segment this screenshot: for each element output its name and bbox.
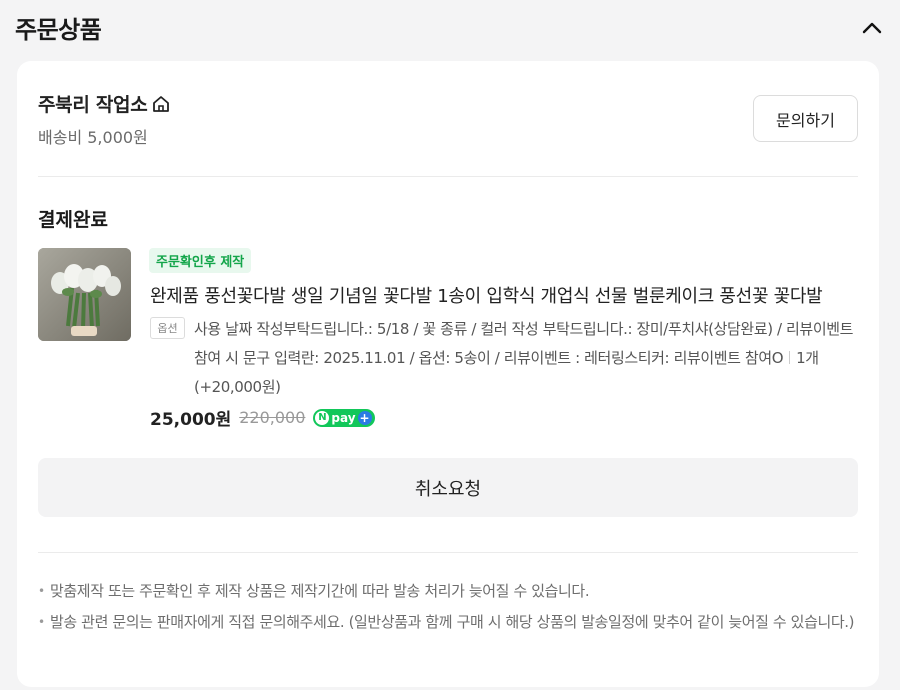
- divider: [38, 176, 858, 177]
- order-card: 주북리 작업소 배송비 5,000원 문의하기 결제완료 주문확인후 제작 완제…: [17, 61, 879, 687]
- chevron-up-icon: [862, 22, 882, 34]
- plus-icon: +: [357, 410, 372, 425]
- option-tag: 옵션: [150, 317, 185, 339]
- order-status: 결제완료: [38, 209, 108, 231]
- option-text: 사용 날짜 작성부탁드립니다.: 5/18 / 꽃 종류 / 컬러 작성 부탁드…: [194, 320, 854, 367]
- naver-n-icon: N: [315, 410, 330, 425]
- inquiry-button[interactable]: 문의하기: [753, 95, 858, 142]
- npay-plus-badge: N pay +: [313, 408, 375, 427]
- original-price: 220,000: [239, 408, 306, 427]
- notice-item: 발송 관련 문의는 판매자에게 직접 문의해주세요. (일반상품과 함께 구매 …: [38, 610, 858, 635]
- seller-name-link[interactable]: 주북리 작업소: [38, 90, 171, 117]
- collapse-button[interactable]: [858, 14, 886, 42]
- cancel-request-button[interactable]: 취소요청: [38, 458, 858, 517]
- option-details: 사용 날짜 작성부탁드립니다.: 5/18 / 꽃 종류 / 컬러 작성 부탁드…: [194, 315, 859, 402]
- product-title-link[interactable]: 완제품 풍선꽃다발 생일 기념일 꽃다발 1송이 입학식 개업식 선물 벌룬케이…: [150, 282, 856, 308]
- npay-text: pay: [331, 410, 356, 425]
- made-to-order-badge: 주문확인후 제작: [149, 248, 252, 273]
- section-title: 주문상품: [15, 16, 102, 44]
- home-icon: [153, 95, 170, 112]
- shipping-fee: 배송비 5,000원: [38, 128, 148, 147]
- notice-item: 맞춤제작 또는 주문확인 후 제작 상품은 제작기간에 따라 발송 처리가 늦어…: [38, 579, 858, 604]
- price-row: 25,000원 220,000 N pay +: [150, 405, 375, 430]
- notice-list: 맞춤제작 또는 주문확인 후 제작 상품은 제작기간에 따라 발송 처리가 늦어…: [38, 579, 858, 641]
- sale-price: 25,000원: [150, 410, 232, 430]
- seller-name: 주북리 작업소: [38, 94, 148, 116]
- separator: [789, 351, 791, 364]
- divider: [38, 552, 858, 553]
- product-thumbnail[interactable]: [38, 248, 131, 341]
- section-header: 주문상품: [0, 0, 900, 56]
- balloon-bouquet-image: [38, 248, 131, 341]
